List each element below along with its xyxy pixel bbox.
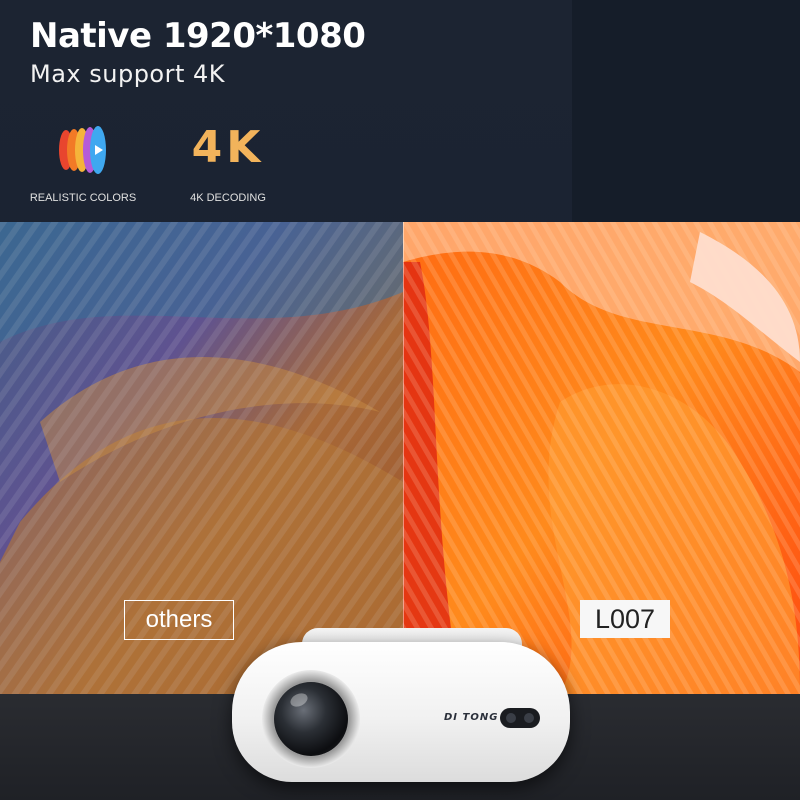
header-right-band (572, 0, 800, 222)
projector-image: DI TONG (232, 628, 570, 788)
feature-realistic-colors: REALISTIC COLORS (28, 112, 138, 204)
4k-icon: 4K (191, 122, 265, 173)
feature-label: 4K DECODING (190, 192, 266, 204)
feature-4k-decoding: 4K 4K DECODING (178, 112, 278, 204)
feature-label: REALISTIC COLORS (29, 192, 137, 204)
comparison-divider (403, 222, 404, 694)
lens-icon (274, 682, 348, 756)
l007-label: L007 (580, 600, 670, 638)
page-subtitle: Max support 4K (30, 60, 226, 88)
color-layers-icon (59, 126, 106, 174)
ir-sensor (500, 708, 540, 728)
others-label: others (124, 600, 234, 640)
comparison-artwork (0, 222, 800, 694)
comparison-image: others L007 (0, 222, 800, 694)
product-banner: Native 1920*1080 Max support 4K REALISTI… (0, 0, 800, 800)
brand-logo: DI TONG (444, 712, 499, 723)
page-title: Native 1920*1080 (30, 16, 366, 56)
